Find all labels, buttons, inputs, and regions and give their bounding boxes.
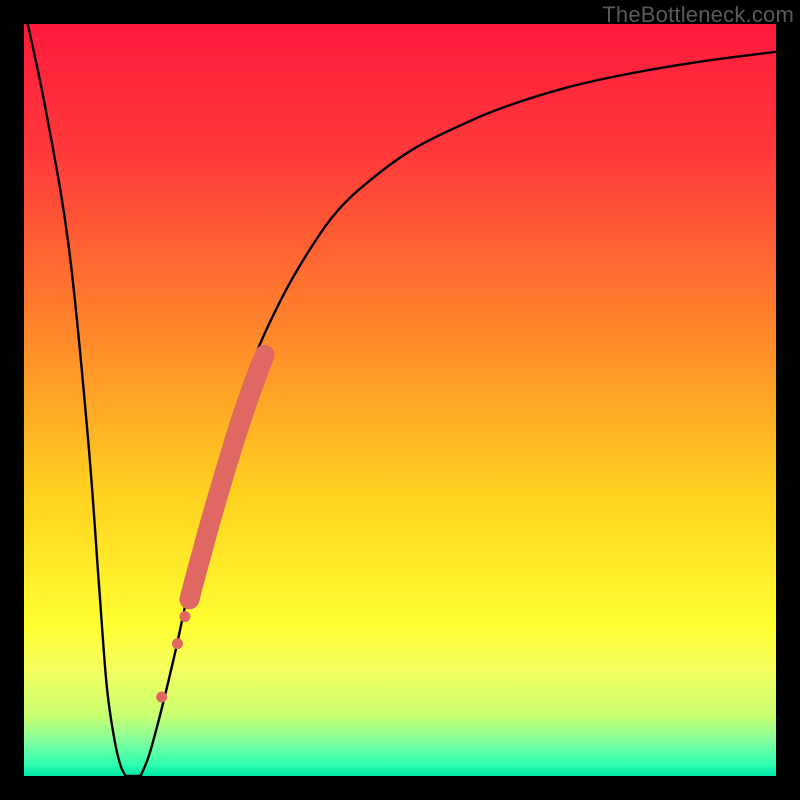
data-marker [179, 611, 190, 622]
plot-area [24, 24, 776, 776]
chart-frame: TheBottleneck.com [0, 0, 800, 800]
data-marker [156, 692, 167, 703]
chart-svg [24, 24, 776, 776]
gradient-background [24, 24, 776, 776]
data-marker [172, 638, 183, 649]
